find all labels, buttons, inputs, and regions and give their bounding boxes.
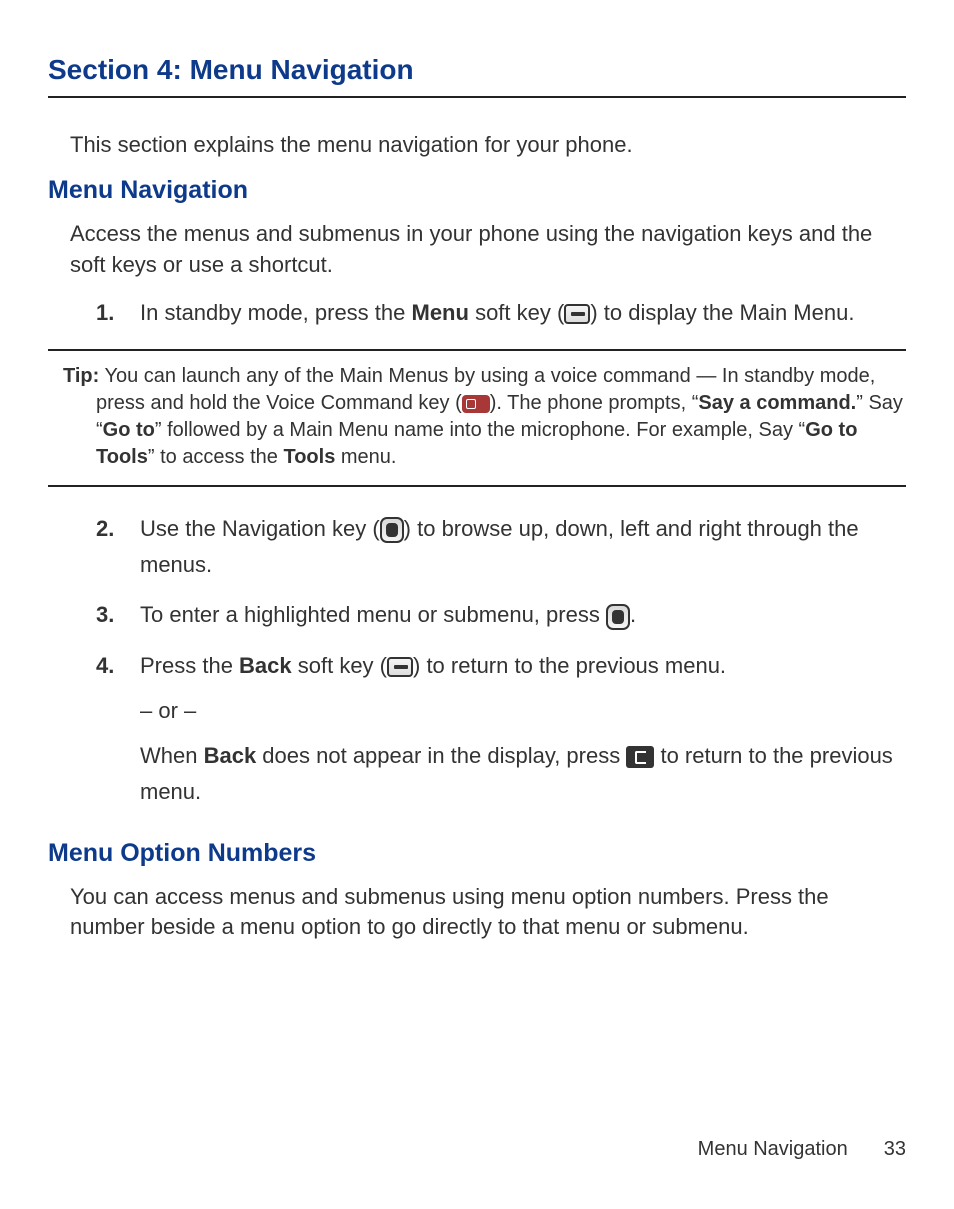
say-a-command-text: Say a command. — [698, 392, 856, 414]
text: ). The phone prompts, “ — [490, 392, 699, 414]
intro-text: This section explains the menu navigatio… — [70, 132, 906, 158]
back-label: Back — [204, 743, 257, 768]
page-footer: Menu Navigation 33 — [698, 1138, 906, 1161]
text: In standby mode, press the — [140, 300, 412, 325]
text: To enter a highlighted menu or submenu, … — [140, 602, 606, 627]
softkey-icon — [387, 657, 413, 677]
tip-box: Tip: You can launch any of the Main Menu… — [48, 349, 906, 487]
clear-key-icon — [626, 746, 654, 768]
text: . — [630, 602, 636, 627]
step-number: 3. — [96, 597, 140, 633]
softkey-icon — [564, 304, 590, 324]
step-number: 1. — [96, 295, 140, 331]
step-content: Press the Back soft key ( ) to return to … — [140, 648, 906, 684]
text: ) to return to the previous menu. — [413, 653, 726, 678]
step-content: Use the Navigation key () to browse up, … — [140, 511, 906, 584]
subheading-menu-navigation: Menu Navigation — [48, 176, 906, 205]
text: soft key ( — [292, 653, 387, 678]
step-content: To enter a highlighted menu or submenu, … — [140, 597, 906, 633]
tools-text: Tools — [283, 446, 335, 468]
text: menu. — [335, 446, 396, 468]
section-title: Section 4: Menu Navigation — [48, 54, 906, 98]
back-label: Back — [239, 653, 292, 678]
footer-section-label: Menu Navigation — [698, 1138, 848, 1160]
subheading-menu-option-numbers: Menu Option Numbers — [48, 839, 906, 868]
text: ) to display the Main Menu. — [590, 300, 854, 325]
menu-label: Menu — [412, 300, 469, 325]
paragraph-menu-option-numbers: You can access menus and submenus using … — [70, 882, 906, 944]
text: ” followed by a Main Menu name into the … — [155, 419, 805, 441]
text: Use the Navigation key ( — [140, 516, 380, 541]
step-2: 2. Use the Navigation key () to browse u… — [96, 511, 906, 584]
text: soft key ( — [469, 300, 564, 325]
step-3: 3. To enter a highlighted menu or submen… — [96, 597, 906, 633]
step-number: 2. — [96, 511, 140, 584]
page-number: 33 — [884, 1138, 906, 1160]
text: ” to access the — [148, 446, 284, 468]
step-4-continued: When Back does not appear in the display… — [140, 738, 906, 811]
voice-command-icon — [462, 395, 490, 413]
tip-text: Tip: You can launch any of the Main Menu… — [48, 363, 906, 471]
step-1: 1. In standby mode, press the Menu soft … — [96, 295, 906, 331]
navigation-key-icon — [606, 604, 630, 630]
text: does not appear in the display, press — [256, 743, 626, 768]
or-separator: – or – — [140, 698, 906, 724]
paragraph-access-menus: Access the menus and submenus in your ph… — [70, 219, 906, 281]
navigation-key-icon — [380, 517, 404, 543]
go-to-text: Go to — [103, 419, 155, 441]
step-content: In standby mode, press the Menu soft key… — [140, 295, 906, 331]
text: When — [140, 743, 204, 768]
step-number: 4. — [96, 648, 140, 684]
text: Press the — [140, 653, 239, 678]
tip-label: Tip: — [63, 365, 99, 387]
step-4: 4. Press the Back soft key ( ) to return … — [96, 648, 906, 684]
